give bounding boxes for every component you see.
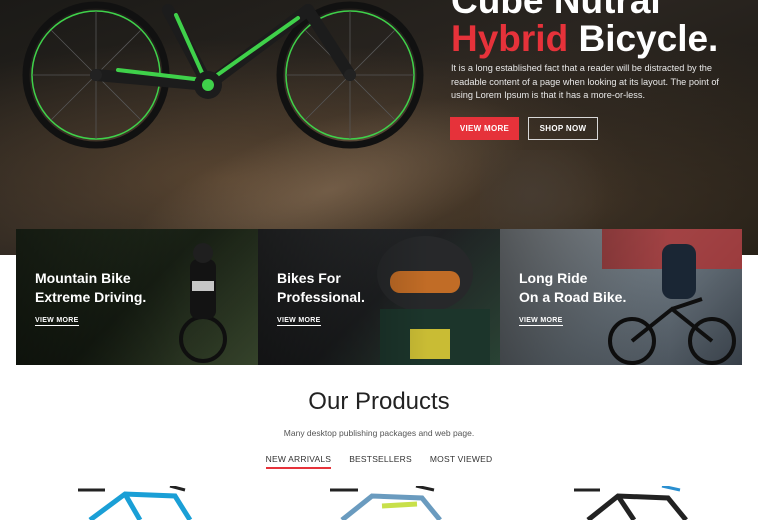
products-section-title: Our Products xyxy=(308,388,450,415)
tab-bestsellers[interactable]: BESTSELLERS xyxy=(349,454,412,469)
hero-title-rest: Bicycle. xyxy=(568,18,719,59)
hero-title-accent: Hybrid xyxy=(451,18,569,59)
banner-title: Long Ride On a Road Bike. xyxy=(519,269,669,307)
hero-title-line2: Hybrid Bicycle. xyxy=(451,20,718,58)
banner-title: Bikes For Professional. xyxy=(277,269,427,307)
banner-mountain-bike[interactable]: Mountain Bike Extreme Driving. VIEW MORE xyxy=(16,229,258,365)
hero-banner: Cube Nutral Hybrid Bicycle. It is a long… xyxy=(0,0,758,255)
hero-bike-image xyxy=(22,1,424,149)
hero-title: Cube Nutral Hybrid Bicycle. xyxy=(451,0,718,58)
banner-title-line2: On a Road Bike. xyxy=(519,289,627,305)
banner-title-line1: Long Ride xyxy=(519,270,588,286)
banner-title-line2: Professional. xyxy=(277,289,365,305)
category-banners: Mountain Bike Extreme Driving. VIEW MORE… xyxy=(16,229,742,365)
shop-now-button[interactable]: SHOP NOW xyxy=(528,117,598,140)
banner-title-line1: Bikes For xyxy=(277,270,341,286)
banner-view-more-link[interactable]: VIEW MORE xyxy=(35,317,79,326)
product-bike-image[interactable] xyxy=(70,486,200,520)
banner-title-line2: Extreme Driving. xyxy=(35,289,147,305)
tab-most-viewed[interactable]: MOST VIEWED xyxy=(430,454,493,469)
product-tabs: NEW ARRIVALS BESTSELLERS MOST VIEWED xyxy=(0,454,758,469)
tab-new-arrivals[interactable]: NEW ARRIVALS xyxy=(265,454,332,469)
banner-title: Mountain Bike Extreme Driving. xyxy=(35,269,185,307)
banner-road-bike[interactable]: Long Ride On a Road Bike. VIEW MORE xyxy=(500,229,742,365)
products-section-subtitle: Many desktop publishing packages and web… xyxy=(283,428,475,438)
banner-professional-bikes[interactable]: Bikes For Professional. VIEW MORE xyxy=(258,229,500,365)
hero-description: It is a long established fact that a rea… xyxy=(451,63,719,100)
product-bike-image[interactable] xyxy=(322,486,452,520)
banner-title-line1: Mountain Bike xyxy=(35,270,131,286)
product-grid xyxy=(0,486,758,520)
product-bike-image[interactable] xyxy=(568,486,698,520)
view-more-button[interactable]: VIEW MORE xyxy=(450,117,519,140)
banner-view-more-link[interactable]: VIEW MORE xyxy=(277,317,321,326)
banner-view-more-link[interactable]: VIEW MORE xyxy=(519,317,563,326)
